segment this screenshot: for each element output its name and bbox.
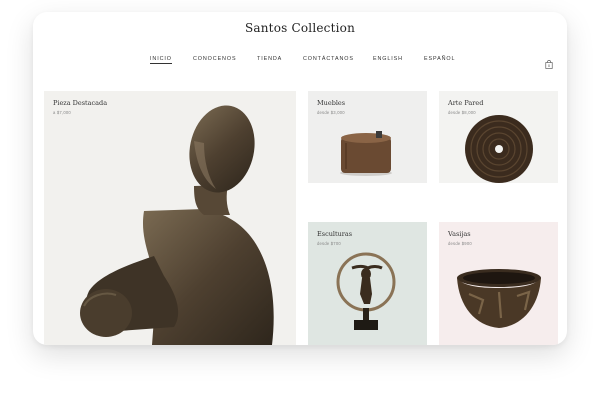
nav-item-tienda[interactable]: TIENDA: [257, 56, 282, 62]
nav-item-conocenos[interactable]: CONOCENOS: [193, 56, 236, 62]
nav-item-english[interactable]: ENGLISH: [373, 56, 403, 62]
shopping-bag-icon[interactable]: 0: [545, 56, 553, 69]
featured-tile[interactable]: Pieza Destacada a $7,000: [44, 91, 296, 345]
brand-title[interactable]: Santos Collection: [33, 21, 567, 35]
category-tile-muebles[interactable]: Muebles desde $3,000: [308, 91, 427, 183]
cart-count: 0: [548, 64, 550, 68]
bronze-vessel-image: [457, 269, 541, 328]
nav-item-contactanos[interactable]: CONTÁCTANOS: [303, 56, 354, 62]
category-tile-esculturas[interactable]: Esculturas desde $700: [308, 222, 427, 345]
bronze-figure-sculpture: [80, 105, 274, 345]
nav-item-espanol[interactable]: ESPAÑOL: [424, 56, 455, 62]
spiral-disc-wall-art-image: [465, 115, 533, 183]
category-tile-arte-pared[interactable]: Arte Pared desde $8,000: [439, 91, 558, 183]
category-tile-vasijas[interactable]: Vasijas desde $900: [439, 222, 558, 345]
ring-figure-sculpture-image: [336, 252, 396, 330]
main-nav: INICIO CONOCENOS TIENDA CONTÁCTANOS ENGL…: [33, 56, 567, 68]
browser-window: Santos Collection INICIO CONOCENOS TIEND…: [33, 12, 567, 345]
bronze-side-table-image: [340, 131, 392, 176]
nav-item-inicio[interactable]: INICIO: [150, 56, 172, 64]
